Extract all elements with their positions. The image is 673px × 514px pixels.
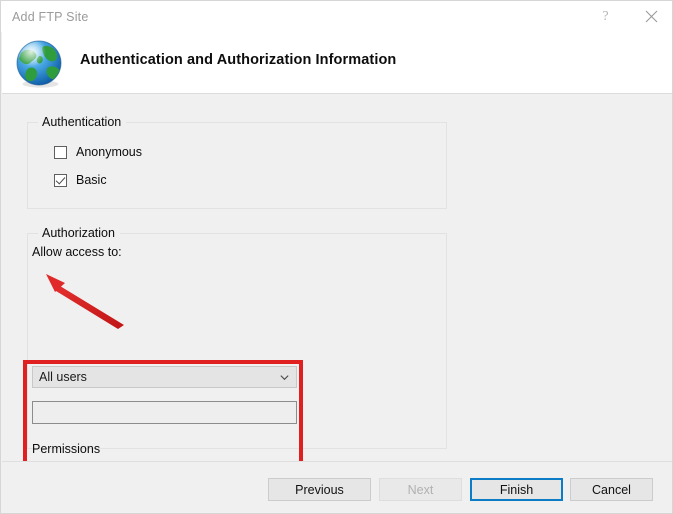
specified-user-input[interactable] <box>32 401 297 424</box>
previous-button[interactable]: Previous <box>268 478 371 501</box>
allow-access-select-value: All users <box>39 370 87 384</box>
allow-access-select[interactable]: All users <box>32 366 297 388</box>
authentication-legend: Authentication <box>38 115 127 129</box>
checkbox-basic-label: Basic <box>76 173 107 187</box>
dialog-body: Authentication Anonymous Basic Authoriza… <box>2 94 672 504</box>
help-icon[interactable]: ? <box>583 1 628 32</box>
dialog-footer: Previous Next Finish Cancel <box>2 461 672 513</box>
checkbox-basic[interactable]: Basic <box>54 173 107 187</box>
permissions-label: Permissions <box>32 442 101 456</box>
next-button: Next <box>379 478 462 501</box>
checkbox-anonymous-box[interactable] <box>54 145 67 159</box>
authorization-legend: Authorization <box>38 226 120 240</box>
globe-icon <box>16 40 62 88</box>
chevron-down-icon[interactable] <box>280 373 289 382</box>
allow-access-label: Allow access to: <box>32 245 122 259</box>
add-ftp-site-dialog: Add FTP Site ? Authentication and Author… <box>0 0 673 514</box>
checkbox-anonymous[interactable]: Anonymous <box>54 145 142 159</box>
checkbox-basic-box[interactable] <box>54 173 67 187</box>
checkbox-anonymous-label: Anonymous <box>76 145 143 159</box>
page-title: Authentication and Authorization Informa… <box>80 52 397 68</box>
window-title: Add FTP Site <box>12 9 89 24</box>
finish-button[interactable]: Finish <box>470 478 563 501</box>
authentication-group: Authentication <box>27 115 447 209</box>
cancel-button[interactable]: Cancel <box>570 478 653 501</box>
close-icon[interactable] <box>629 1 672 32</box>
dialog-header: Authentication and Authorization Informa… <box>2 32 672 94</box>
title-bar: Add FTP Site ? <box>1 1 672 32</box>
